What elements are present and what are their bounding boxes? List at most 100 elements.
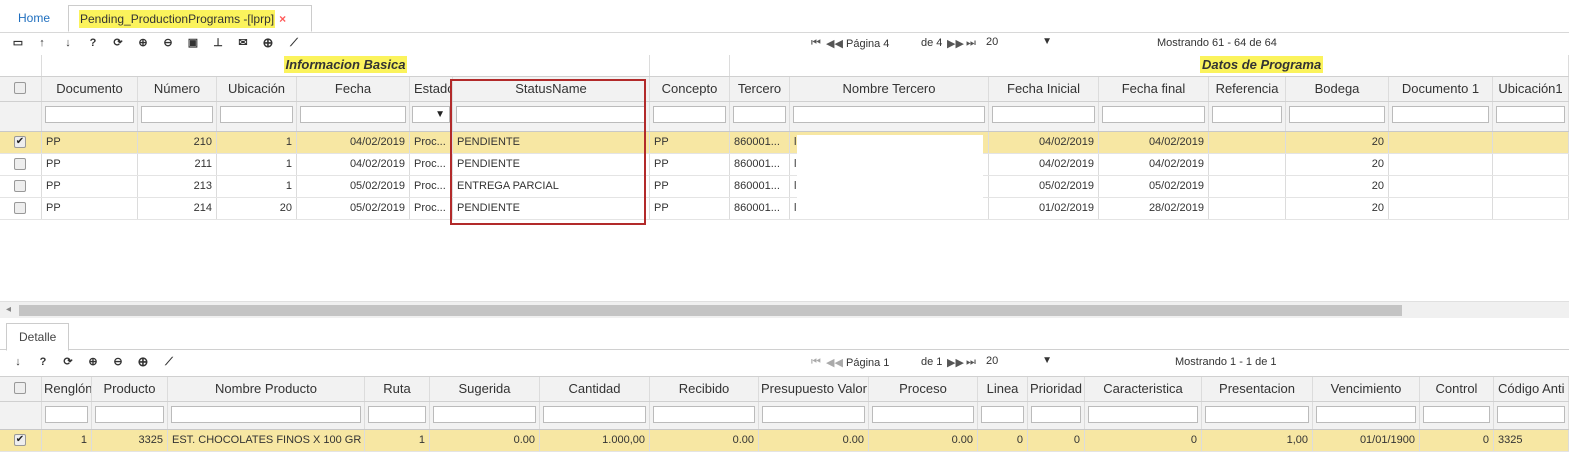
arrow-up-icon[interactable]: ↑ (35, 36, 49, 50)
resize-icon[interactable]: ⟋ (287, 36, 301, 50)
prev-page-icon[interactable]: ◀◀ (826, 356, 843, 369)
detail-select-all-cell[interactable] (0, 377, 42, 401)
filter-fecha[interactable] (300, 106, 406, 123)
detail-select-all-checkbox[interactable] (14, 382, 26, 394)
dcol-cantidad[interactable]: Cantidad (540, 377, 650, 401)
dcol-prioridad[interactable]: Prioridad (1028, 377, 1085, 401)
dfilter-presentacion[interactable] (1205, 406, 1309, 423)
help-icon[interactable]: ? (86, 36, 100, 50)
dfilter-caracteristica[interactable] (1088, 406, 1198, 423)
dfilter-prioridad[interactable] (1031, 406, 1081, 423)
tab-detalle[interactable]: Detalle (6, 323, 70, 351)
filter-documento-1[interactable] (1392, 106, 1489, 123)
dcol-nombre-producto[interactable]: Nombre Producto (168, 377, 365, 401)
row-check-cell[interactable] (0, 198, 42, 219)
resize-icon[interactable]: ⟋ (162, 355, 176, 369)
dfilter-presupuesto-valor[interactable] (762, 406, 865, 423)
col-statusname[interactable]: StatusName (453, 77, 650, 101)
filter-statusname[interactable] (456, 106, 646, 123)
filter-nombre-tercero[interactable] (793, 106, 985, 123)
dcol-producto[interactable]: Producto (92, 377, 168, 401)
tab-pending-production-programs[interactable]: Pending_ProductionPrograms -[lprp] × (68, 5, 312, 32)
row-checkbox[interactable] (14, 158, 26, 170)
filter-ubicacion1[interactable] (1496, 106, 1565, 123)
page-size-select[interactable]: 20 ▼ (983, 35, 1057, 52)
first-page-icon[interactable]: ⏮ (811, 356, 821, 369)
dfilter-producto[interactable] (95, 406, 164, 423)
col-ubicacion[interactable]: Ubicación (217, 77, 297, 101)
dcol-renglon[interactable]: Renglón (42, 377, 92, 401)
dcol-caracteristica[interactable]: Caracteristica (1085, 377, 1202, 401)
add-circle-icon[interactable]: ⊕ (261, 36, 275, 50)
col-bodega[interactable]: Bodega (1286, 77, 1389, 101)
dcol-control[interactable]: Control (1420, 377, 1494, 401)
col-fecha-inicial[interactable]: Fecha Inicial (989, 77, 1099, 101)
zoom-out-icon[interactable]: ⊖ (161, 36, 175, 50)
row-checkbox[interactable]: ✔ (14, 136, 26, 148)
refresh-icon[interactable]: ⟳ (111, 36, 125, 50)
prev-page-icon[interactable]: ◀◀ (826, 37, 843, 50)
detail-table-row[interactable]: ✔ 1 3325 EST. CHOCOLATES FINOS X 100 GR … (0, 430, 1569, 452)
dcol-linea[interactable]: Linea (978, 377, 1028, 401)
dfilter-proceso[interactable] (872, 406, 974, 423)
dfilter-sugerida[interactable] (433, 406, 536, 423)
arrow-down-icon[interactable]: ↓ (61, 36, 75, 50)
table-row[interactable]: PP 214 20 05/02/2019 Proc... PENDIENTE PP 86000… (0, 198, 1569, 220)
row-checkbox[interactable] (14, 180, 26, 192)
col-fecha[interactable]: Fecha (297, 77, 410, 101)
col-fecha-final[interactable]: Fecha final (1099, 77, 1209, 101)
dcol-ruta[interactable]: Ruta (365, 377, 430, 401)
next-page-icon[interactable]: ▶▶ (947, 356, 964, 369)
col-ubicacion1[interactable]: Ubicación1 (1493, 77, 1569, 101)
page-input[interactable] (843, 35, 915, 52)
filter-bodega[interactable] (1289, 106, 1385, 123)
filter-fecha-inicial[interactable] (992, 106, 1095, 123)
add-circle-icon[interactable]: ⊕ (136, 355, 150, 369)
col-documento[interactable]: Documento (42, 77, 138, 101)
table-row[interactable]: PP 211 1 04/02/2019 Proc... PENDIENTE PP 860001… (0, 154, 1569, 176)
col-concepto[interactable]: Concepto (650, 77, 730, 101)
dcol-vencimiento[interactable]: Vencimiento (1313, 377, 1420, 401)
filter-numero[interactable] (141, 106, 213, 123)
row-check-cell[interactable] (0, 176, 42, 197)
col-numero[interactable]: Número (138, 77, 217, 101)
detail-page-input[interactable] (843, 354, 915, 371)
zoom-in-icon[interactable]: ⊕ (136, 36, 150, 50)
col-nombre-tercero[interactable]: Nombre Tercero (790, 77, 989, 101)
dfilter-nombre-producto[interactable] (171, 406, 361, 423)
col-estado[interactable]: Estado (410, 77, 453, 101)
col-referencia[interactable]: Referencia (1209, 77, 1286, 101)
scroll-left-icon[interactable]: ◂ (6, 304, 11, 315)
last-page-icon[interactable]: ⏭ (966, 37, 976, 50)
dfilter-cantidad[interactable] (543, 406, 646, 423)
filter-tercero[interactable] (733, 106, 786, 123)
arrow-down-icon[interactable]: ↓ (11, 355, 25, 369)
pin-icon[interactable]: ⊥ (211, 36, 225, 50)
detail-row-check-cell[interactable]: ✔ (0, 430, 42, 451)
row-checkbox[interactable] (14, 202, 26, 214)
filter-ubicacion[interactable] (220, 106, 293, 123)
col-documento-1[interactable]: Documento 1 (1389, 77, 1493, 101)
help-icon[interactable]: ? (36, 355, 50, 369)
select-all-checkbox[interactable] (14, 82, 26, 94)
filter-concepto[interactable] (653, 106, 726, 123)
filter-referencia[interactable] (1212, 106, 1282, 123)
zoom-in-icon[interactable]: ⊕ (86, 355, 100, 369)
dfilter-codigo-anti[interactable] (1497, 406, 1565, 423)
dfilter-renglon[interactable] (45, 406, 88, 423)
table-row[interactable]: PP 213 1 05/02/2019 Proc... ENTREGA PARCIAL PP… (0, 176, 1569, 198)
dfilter-linea[interactable] (981, 406, 1024, 423)
filter-documento[interactable] (45, 106, 134, 123)
horizontal-scrollbar[interactable]: ◂ (0, 301, 1569, 318)
tab-home[interactable]: Home (8, 5, 60, 32)
dcol-presentacion[interactable]: Presentacion (1202, 377, 1313, 401)
dfilter-recibido[interactable] (653, 406, 755, 423)
dcol-proceso[interactable]: Proceso (869, 377, 978, 401)
zoom-out-icon[interactable]: ⊖ (111, 355, 125, 369)
next-page-icon[interactable]: ▶▶ (947, 37, 964, 50)
select-all-cell[interactable] (0, 77, 42, 101)
close-icon[interactable]: × (279, 12, 286, 26)
dcol-sugerida[interactable]: Sugerida (430, 377, 540, 401)
dfilter-control[interactable] (1423, 406, 1490, 423)
move-icon[interactable]: ▭ (11, 36, 25, 50)
